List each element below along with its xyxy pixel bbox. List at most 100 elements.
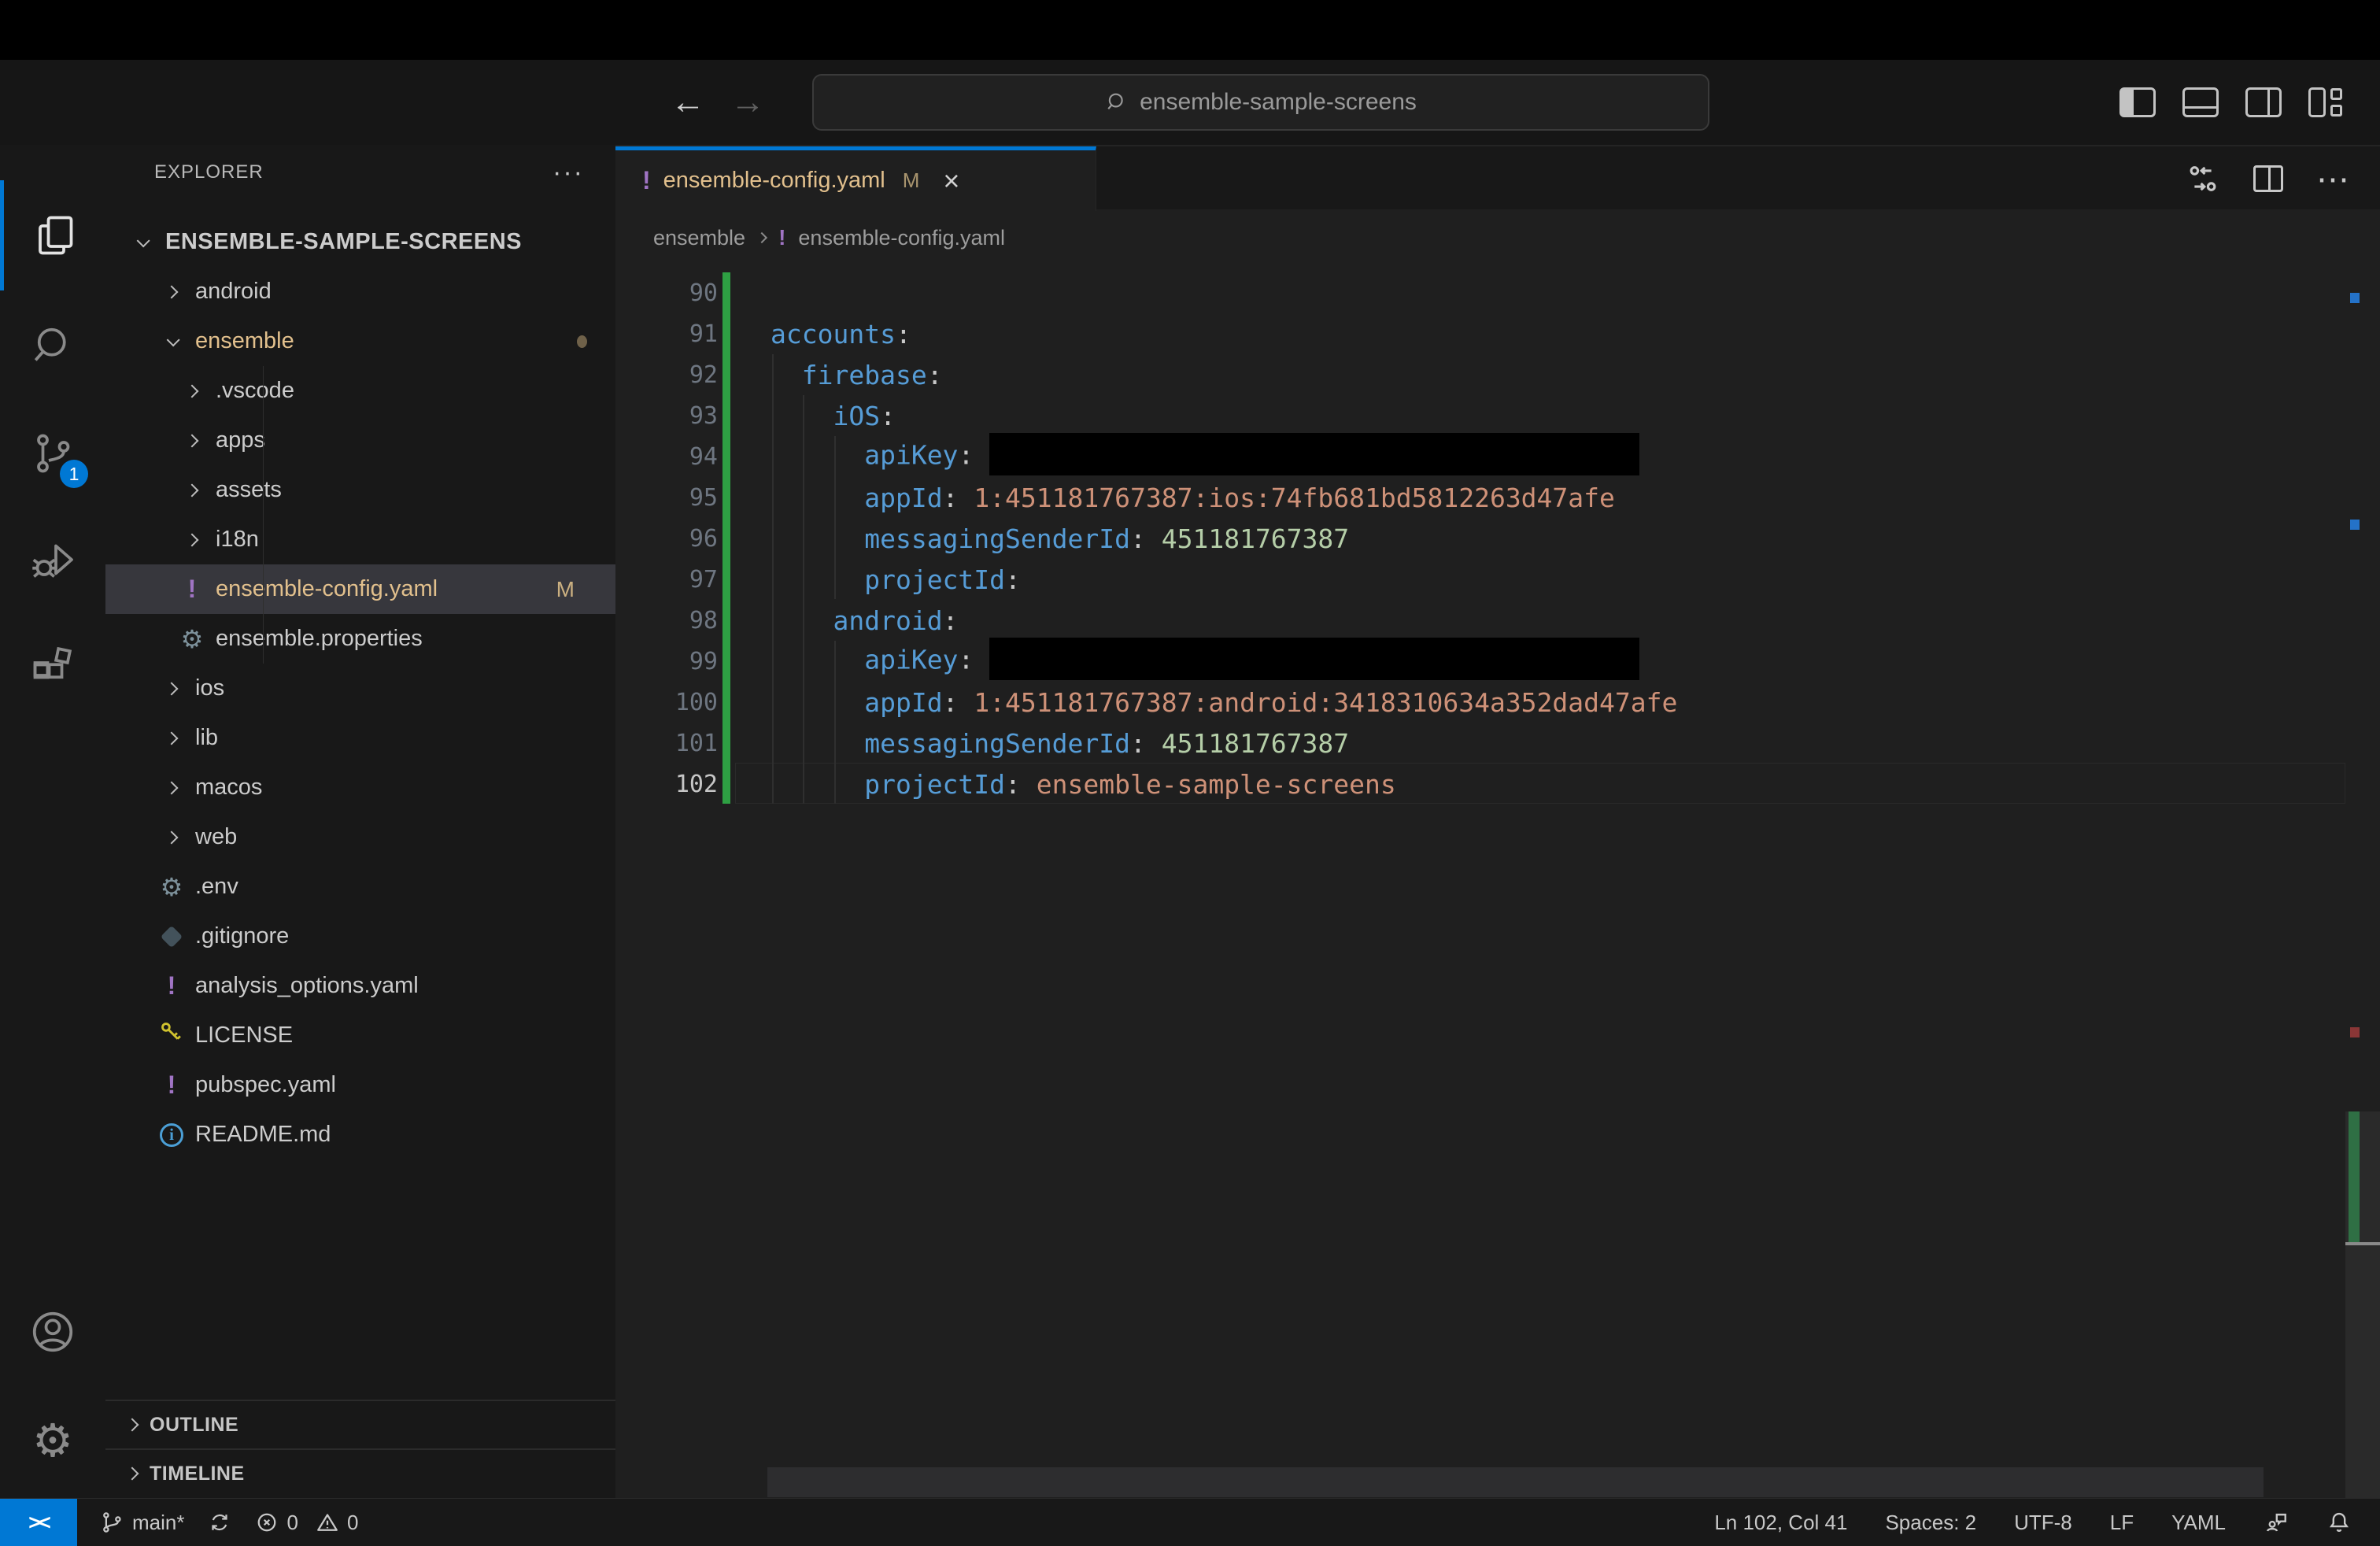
tree-item-ensemble-config-yaml[interactable]: ! ensemble-config.yaml M [105, 564, 615, 614]
tree-item--env[interactable]: ⚙ .env [105, 862, 615, 912]
git-branch-icon [103, 1512, 121, 1533]
line-number: 100 [674, 688, 718, 716]
tree-item-apps[interactable]: apps [105, 416, 615, 465]
line-number: 96 [689, 524, 718, 553]
timeline-section[interactable]: TIMELINE [105, 1448, 615, 1497]
code-line-91[interactable]: 91 accounts: [615, 313, 2345, 354]
branch-name: main* [132, 1510, 185, 1534]
code-line-102[interactable]: 102 projectId: ensemble-sample-screens [615, 764, 2345, 804]
tree-item-ensemble[interactable]: ensemble [105, 316, 615, 366]
tab-bar: ! ensemble-config.yaml M × ⋯ [615, 145, 2380, 211]
tree-item-web[interactable]: web [105, 812, 615, 862]
tree-item-assets[interactable]: assets [105, 465, 615, 515]
sync-changes-item[interactable] [208, 1511, 231, 1534]
git-branch-item[interactable]: main* [101, 1511, 184, 1535]
tree-item-analysis-options-yaml[interactable]: ! analysis_options.yaml [105, 961, 615, 1011]
code-line-99[interactable]: 99 apiKey: [615, 638, 2345, 682]
code-line-100[interactable]: 100 appId: 1:451181767387:android:341831… [615, 682, 2345, 723]
code-line-text: accounts: [771, 318, 911, 350]
feedback-item[interactable] [2264, 1510, 2289, 1535]
tree-item-label: analysis_options.yaml [195, 973, 419, 998]
code-line-text: projectId: [864, 564, 1021, 595]
tree-item-ensemble-properties[interactable]: ⚙ ensemble.properties [105, 614, 615, 664]
remote-indicator[interactable]: >< [0, 1499, 77, 1546]
git-modified-dot-badge [577, 335, 587, 348]
code-line-text: projectId: ensemble-sample-screens [864, 768, 1396, 800]
code-line-text: iOS: [833, 400, 896, 431]
key-file-icon [158, 1019, 185, 1052]
code-line-94[interactable]: 94 apiKey: [615, 433, 2345, 477]
breadcrumb-file[interactable]: ensemble-config.yaml [798, 226, 1005, 250]
eol-item[interactable]: LF [2110, 1511, 2134, 1535]
split-editor-icon[interactable] [2253, 165, 2283, 192]
horizontal-scrollbar[interactable] [767, 1467, 2264, 1497]
overview-ruler-modified-range [2349, 1111, 2360, 1242]
activitybar-run-debug[interactable] [0, 505, 105, 615]
forward-button[interactable]: → [722, 60, 773, 145]
activitybar-account[interactable] [0, 1277, 105, 1387]
debug-icon [32, 544, 73, 578]
code-line-90[interactable]: 90 [615, 272, 2345, 313]
code-line-92[interactable]: 92 firebase: [615, 354, 2345, 395]
code-line-95[interactable]: 95 appId: 1:451181767387:ios:74fb681bd58… [615, 477, 2345, 518]
tree-item-readme-md[interactable]: i README.md [105, 1110, 615, 1160]
tree-item-label: ios [195, 675, 225, 701]
explorer-more-actions-icon[interactable]: ··· [552, 157, 584, 188]
code-line-101[interactable]: 101 messagingSenderId: 451181767387 [615, 723, 2345, 764]
activitybar-extensions[interactable] [0, 613, 105, 723]
back-button[interactable]: ← [663, 60, 713, 145]
code-editor[interactable]: 90 91 accounts: 92 firebase: 93 iOS: 94 apiKe… [615, 272, 2345, 804]
extensions-icon [33, 646, 72, 679]
tree-item-license[interactable]: LICENSE [105, 1011, 615, 1060]
code-line-98[interactable]: 98 android: [615, 600, 2345, 641]
code-line-93[interactable]: 93 iOS: [615, 395, 2345, 436]
chevron-right-icon [185, 434, 199, 447]
layout-controls [2119, 60, 2342, 145]
toggle-panel-icon[interactable] [2182, 87, 2219, 117]
tree-item-ios[interactable]: ios [105, 664, 615, 713]
line-number: 90 [689, 279, 718, 307]
source-control-badge: 1 [60, 460, 88, 488]
chevron-right-icon [164, 731, 179, 745]
chevron-right-icon [164, 781, 179, 794]
more-actions-icon[interactable]: ⋯ [2316, 160, 2350, 198]
customize-layout-icon[interactable] [2308, 87, 2342, 117]
activitybar-search[interactable] [0, 290, 105, 401]
language-mode-item[interactable]: YAML [2171, 1511, 2226, 1535]
redacted-secret [989, 433, 1640, 475]
command-center-search[interactable]: ensemble-sample-screens [812, 74, 1709, 131]
gear-file-icon: ⚙ [180, 624, 204, 653]
code-line-96[interactable]: 96 messagingSenderId: 451181767387 [615, 518, 2345, 559]
cursor-position-item[interactable]: Ln 102, Col 41 [1714, 1511, 1847, 1535]
file-tree: ENSEMBLE-SAMPLE-SCREENS android ensemble .v… [105, 217, 615, 1160]
overview-ruler-mark [2350, 293, 2360, 303]
tree-item-i18n[interactable]: i18n [105, 515, 615, 564]
overview-ruler-mark [2350, 520, 2360, 530]
tree-item--gitignore[interactable]: .gitignore [105, 912, 615, 961]
outline-section[interactable]: OUTLINE [105, 1400, 615, 1448]
toggle-primary-sidebar-icon[interactable] [2119, 87, 2156, 117]
tree-item-android[interactable]: android [105, 267, 615, 316]
tree-item--vscode[interactable]: .vscode [105, 366, 615, 416]
tree-root-ensemble-sample-screens[interactable]: ENSEMBLE-SAMPLE-SCREENS [105, 217, 615, 267]
code-line-text: firebase: [801, 359, 943, 390]
notifications-item[interactable] [2326, 1510, 2352, 1535]
problems-item[interactable]: 0 0 [255, 1511, 358, 1535]
indentation-item[interactable]: Spaces: 2 [1885, 1511, 1976, 1535]
tree-item-pubspec-yaml[interactable]: ! pubspec.yaml [105, 1060, 615, 1110]
toggle-secondary-sidebar-icon[interactable] [2245, 87, 2282, 117]
open-changes-icon[interactable] [2186, 161, 2220, 196]
close-icon[interactable]: × [943, 165, 959, 198]
tab-ensemble-config[interactable]: ! ensemble-config.yaml M × [615, 146, 1096, 211]
encoding-item[interactable]: UTF-8 [2014, 1511, 2072, 1535]
tree-item-label: pubspec.yaml [195, 1072, 336, 1097]
activitybar-explorer[interactable] [0, 180, 105, 290]
breadcrumb-folder[interactable]: ensemble [653, 226, 745, 250]
activitybar-source-control[interactable]: 1 [0, 398, 105, 509]
activitybar-settings[interactable]: ⚙ [0, 1386, 105, 1496]
tree-item-lib[interactable]: lib [105, 713, 615, 763]
tree-item-macos[interactable]: macos [105, 763, 615, 812]
code-line-97[interactable]: 97 projectId: [615, 559, 2345, 600]
chevron-right-icon [185, 483, 199, 497]
tree-item-label: macos [195, 775, 263, 800]
